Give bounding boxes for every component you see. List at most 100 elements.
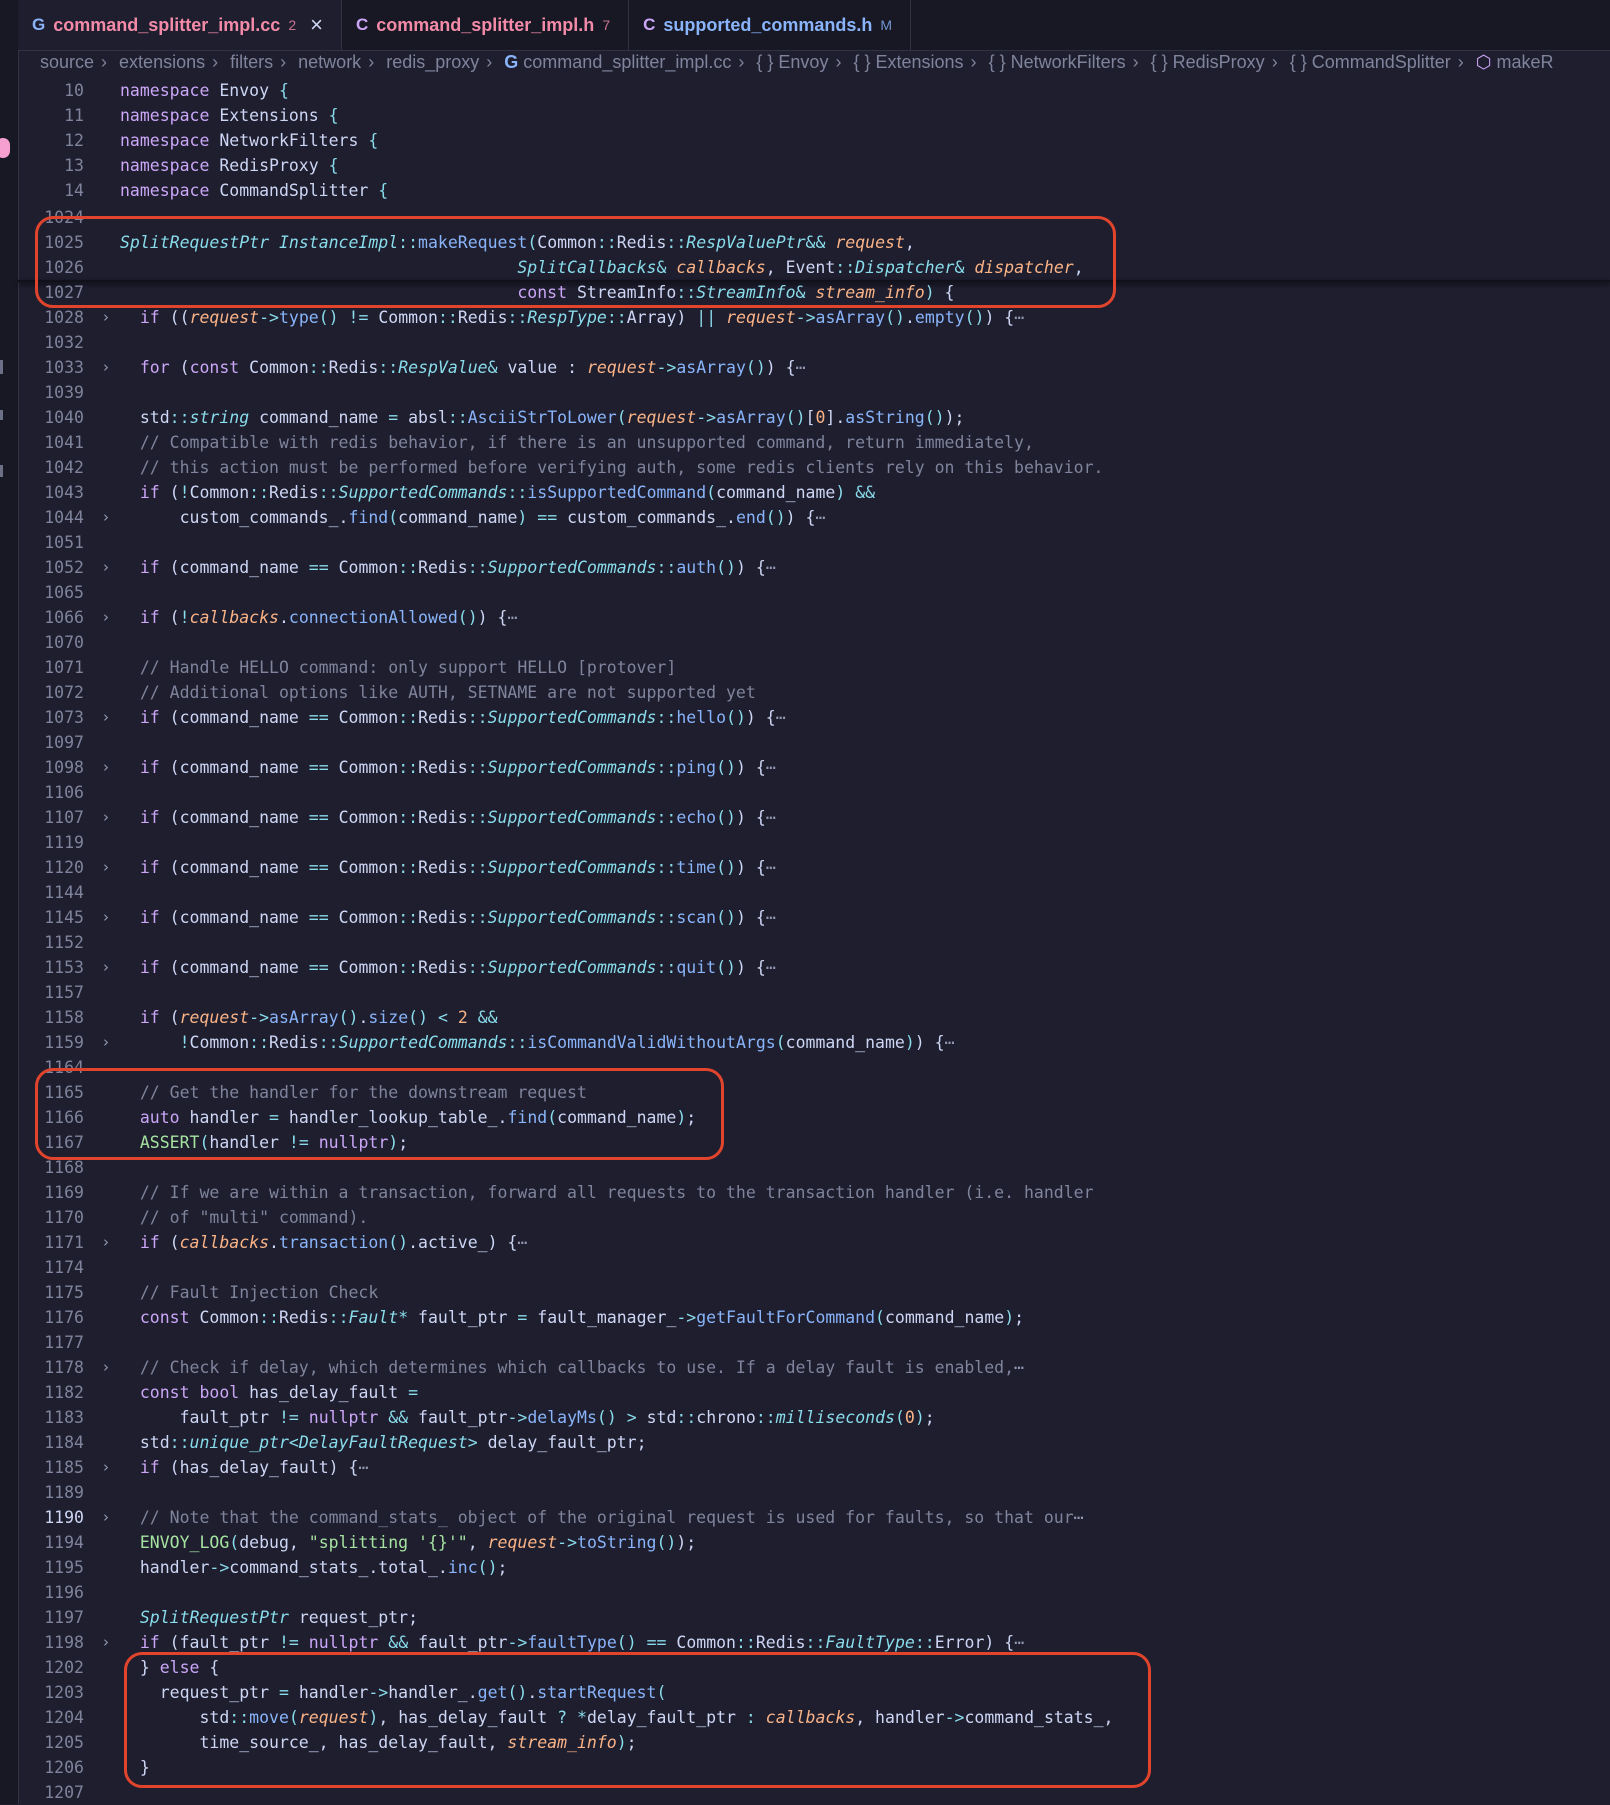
code-token: ::: [398, 758, 419, 777]
code-token: .: [358, 1008, 369, 1027]
fold-chevron-icon[interactable]: ›: [98, 355, 114, 380]
code-token: RespValue: [398, 358, 488, 377]
fold-chevron-icon[interactable]: ›: [98, 755, 114, 780]
breadcrumb-item[interactable]: { } NetworkFilters: [989, 52, 1126, 72]
line-number: 1042: [44, 458, 84, 477]
code-token: Redis: [418, 808, 468, 827]
breadcrumb-item[interactable]: extensions: [119, 52, 205, 72]
code-token: ->: [209, 1558, 230, 1577]
code-token: ⋯: [765, 958, 776, 977]
code-token: callbacks: [179, 1233, 270, 1252]
code-line: 1073 › if (command_name == Common::Redis:…: [18, 705, 1610, 730]
code-token: ::: [437, 308, 458, 327]
code-token: >: [626, 1408, 637, 1427]
fold-chevron-icon[interactable]: ›: [98, 955, 114, 980]
fold-chevron-icon[interactable]: ›: [98, 855, 114, 880]
tab-command-splitter-impl-h[interactable]: C command_splitter_impl.h 7: [341, 0, 630, 50]
fold-chevron-icon[interactable]: ›: [98, 505, 114, 530]
code-token: const: [139, 1383, 190, 1402]
code-token: ) {: [745, 708, 776, 727]
code-token: request: [586, 358, 657, 377]
code-token: Common: [328, 558, 399, 577]
fold-chevron-icon[interactable]: ›: [98, 905, 114, 930]
code-token: (): [716, 558, 736, 577]
code-token: ) {: [736, 558, 766, 577]
code-token: (): [656, 1533, 677, 1552]
code-token: Common: [189, 483, 250, 502]
fold-chevron-icon[interactable]: ›: [98, 705, 114, 730]
line-number: 11: [64, 106, 84, 125]
breadcrumb-item[interactable]: redis_proxy: [386, 52, 479, 72]
code-token: >: [467, 1433, 478, 1452]
breadcrumb-item[interactable]: filters: [230, 52, 273, 72]
breadcrumb-item[interactable]: { } Envoy: [756, 52, 828, 72]
code-token: asArray: [716, 408, 786, 427]
code-token: ping: [676, 758, 717, 777]
breadcrumb-item[interactable]: source: [40, 52, 94, 72]
breadcrumb-item[interactable]: makeR: [1497, 52, 1554, 72]
code-token: fault_manager_: [527, 1308, 677, 1327]
code-token: value :: [497, 358, 587, 377]
line-number: 1065: [44, 583, 84, 602]
code-token: =: [517, 1308, 528, 1327]
code-token: (): [408, 1008, 429, 1027]
fold-chevron-icon[interactable]: ›: [98, 1030, 114, 1055]
breadcrumb-item[interactable]: command_splitter_impl.cc: [523, 52, 731, 72]
code-token: // Additional options like AUTH, SETNAME…: [120, 683, 756, 702]
fold-chevron-icon[interactable]: ›: [98, 1630, 114, 1655]
code-token: scan: [676, 908, 717, 927]
code-token: ::: [249, 483, 270, 502]
code-token: ::: [736, 1633, 756, 1652]
code-editor[interactable]: 10 namespace Envoy {11 namespace Extension…: [18, 78, 1610, 1804]
breadcrumb-item[interactable]: network: [298, 52, 361, 72]
code-token: ⋯: [1014, 1633, 1025, 1652]
code-token: chrono: [696, 1408, 756, 1427]
tab-command-splitter-impl-cc[interactable]: G command_splitter_impl.cc 2 ×: [18, 0, 342, 50]
code-token: ::: [467, 708, 488, 727]
code-token: asString: [845, 408, 925, 427]
breadcrumb-item[interactable]: { } Extensions: [853, 52, 963, 72]
fold-chevron-icon[interactable]: ›: [98, 555, 114, 580]
fold-chevron-icon[interactable]: ›: [98, 1455, 114, 1480]
fold-chevron-icon[interactable]: ›: [98, 805, 114, 830]
tab-supported-commands-h[interactable]: C supported_commands.h M: [629, 0, 912, 50]
code-token: (): [716, 858, 736, 877]
fold-chevron-icon[interactable]: ›: [98, 1355, 114, 1380]
line-number: 1170: [44, 1208, 84, 1227]
code-token: request: [189, 308, 260, 327]
code-token: namespace: [120, 106, 210, 125]
fold-chevron-icon[interactable]: ›: [98, 305, 114, 330]
breadcrumb-item[interactable]: { } RedisProxy: [1151, 52, 1265, 72]
code-text: namespace NetworkFilters {: [120, 128, 378, 153]
fold-chevron-icon[interactable]: ›: [98, 605, 114, 630]
code-line: 1152: [18, 930, 1610, 955]
code-text: // Check if delay, which determines whic…: [120, 1355, 1024, 1380]
code-token: ==: [308, 808, 329, 827]
fold-chevron-icon[interactable]: ›: [98, 1230, 114, 1255]
code-token: Common: [328, 758, 399, 777]
close-icon[interactable]: ×: [310, 12, 323, 38]
code-token: ::: [656, 808, 677, 827]
problem-count-badge: 7: [602, 17, 611, 33]
code-token: ::: [467, 958, 488, 977]
code-token: Redis: [269, 483, 319, 502]
tab-label: supported_commands.h: [663, 14, 873, 35]
code-token: request: [487, 1533, 558, 1552]
breadcrumb-item[interactable]: { } CommandSplitter: [1290, 52, 1451, 72]
code-token: isCommandValidWithoutArgs: [527, 1033, 776, 1052]
code-token: FaultType: [825, 1633, 915, 1652]
code-token: =: [388, 408, 399, 427]
code-token: SupportedCommands: [487, 908, 657, 927]
code-token: {: [378, 181, 389, 200]
code-token: ->: [696, 408, 717, 427]
code-token: );: [676, 1533, 697, 1552]
code-line: 1070: [18, 630, 1610, 655]
fold-chevron-icon[interactable]: ›: [98, 1505, 114, 1530]
code-token: ) {: [984, 308, 1015, 327]
code-line: 1065: [18, 580, 1610, 605]
